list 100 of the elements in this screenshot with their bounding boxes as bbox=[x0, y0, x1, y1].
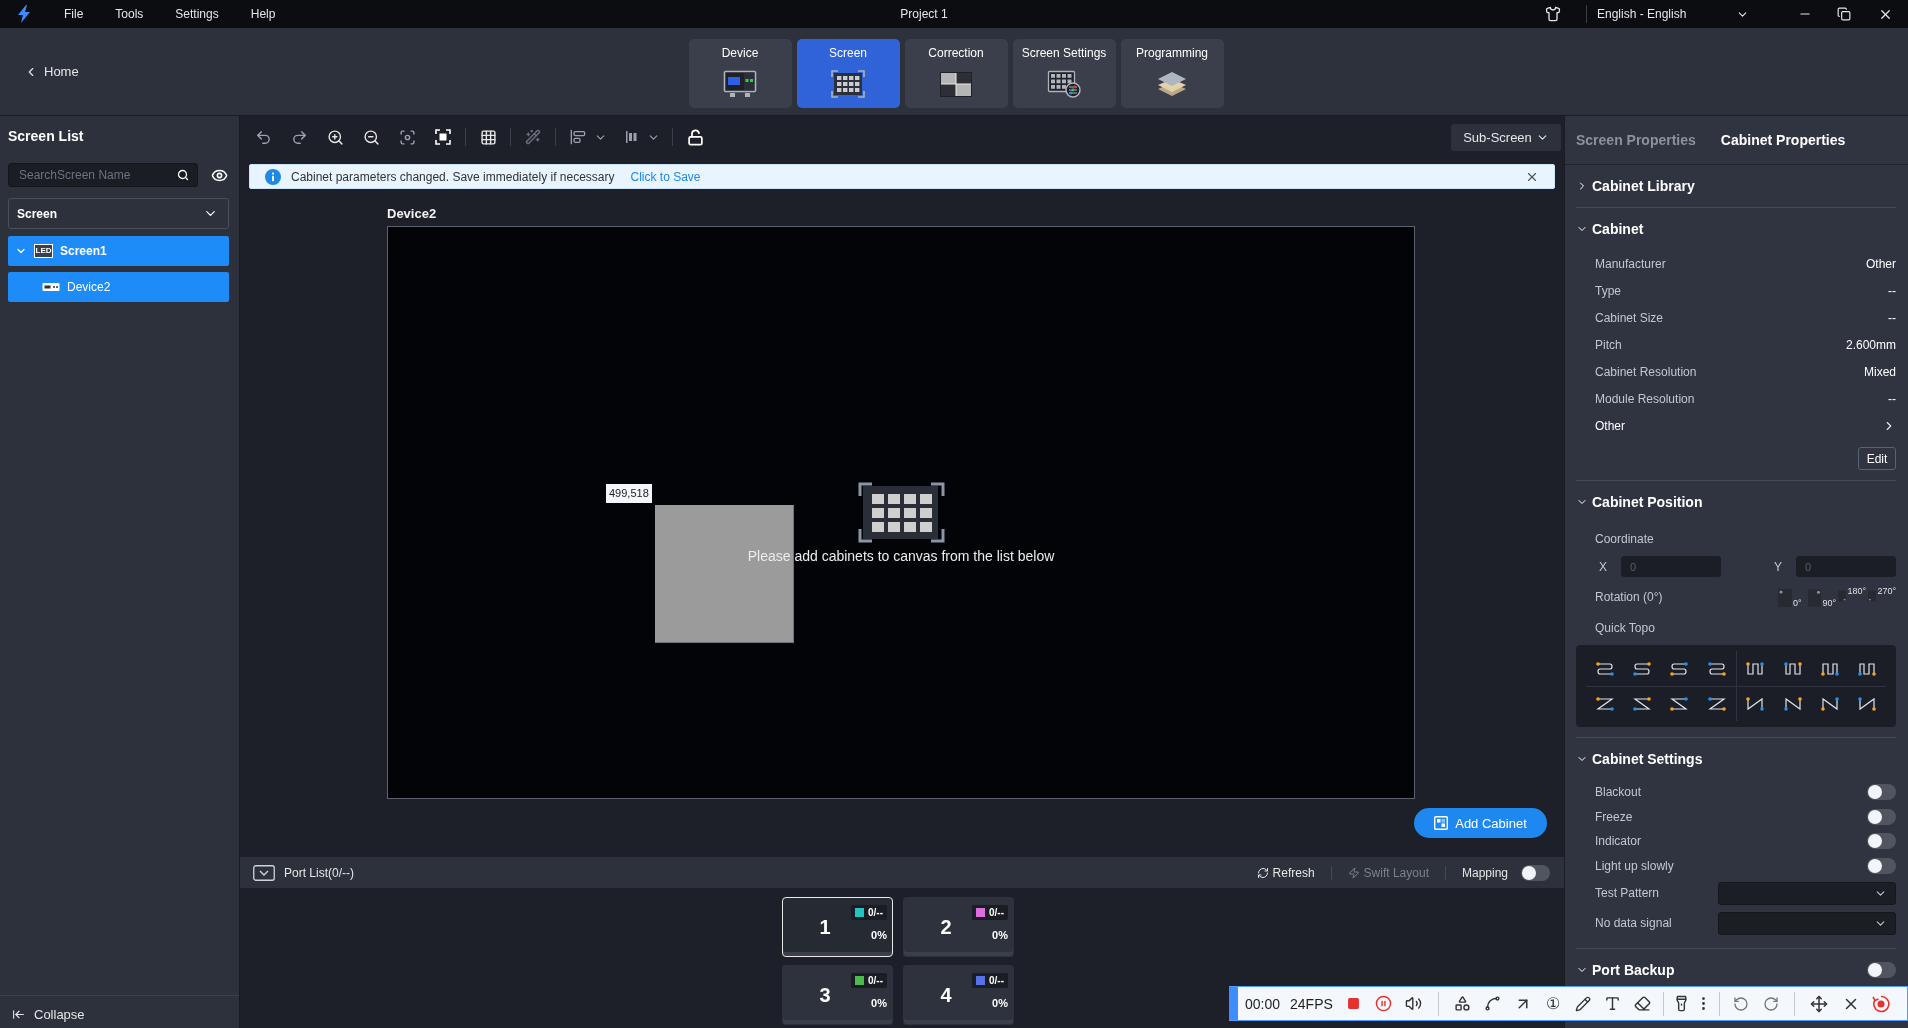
vertical-bars-icon[interactable] bbox=[624, 130, 639, 144]
z-path-icon[interactable] bbox=[1668, 694, 1691, 713]
coordinate-input[interactable]: 0 bbox=[1796, 556, 1896, 577]
n-path-icon[interactable] bbox=[1781, 694, 1804, 713]
curve-path-icon[interactable] bbox=[1484, 995, 1502, 1012]
s-path-icon[interactable] bbox=[1593, 659, 1616, 678]
refresh-button[interactable]: Refresh bbox=[1256, 865, 1315, 880]
zoom-in-icon[interactable] bbox=[326, 128, 344, 146]
n-path-icon[interactable] bbox=[1744, 694, 1767, 713]
u-path-icon[interactable] bbox=[1744, 659, 1767, 678]
port-card[interactable]: 3 0/-- 0% bbox=[782, 965, 893, 1025]
monitor-icon bbox=[723, 69, 757, 98]
toggle-switch[interactable] bbox=[1521, 864, 1550, 881]
properties-tab[interactable]: Cabinet Properties bbox=[1720, 132, 1846, 148]
stop-icon[interactable] bbox=[1347, 997, 1361, 1010]
chevron-box-icon[interactable] bbox=[253, 864, 275, 881]
port-card[interactable]: 1 0/-- 0% bbox=[782, 897, 893, 957]
magic-wand-icon[interactable] bbox=[525, 129, 541, 145]
align-left-icon[interactable] bbox=[569, 129, 586, 145]
filter-select[interactable]: Screen bbox=[8, 198, 229, 229]
toggle-switch[interactable] bbox=[1867, 857, 1896, 874]
z-path-icon[interactable] bbox=[1631, 694, 1654, 713]
port-count: 0/-- bbox=[868, 975, 883, 986]
z-path-icon[interactable] bbox=[1705, 694, 1728, 713]
section-header[interactable]: Cabinet bbox=[1576, 221, 1644, 237]
property-value: -- bbox=[1888, 391, 1896, 406]
rotation-option[interactable]: 270° bbox=[1868, 586, 1896, 608]
port-load: 0% bbox=[871, 997, 887, 1009]
menu-item[interactable]: File bbox=[64, 7, 84, 21]
move-icon[interactable] bbox=[1809, 994, 1828, 1013]
eraser-icon[interactable] bbox=[1634, 995, 1652, 1012]
dropdown-field[interactable] bbox=[1718, 911, 1896, 935]
mode-tab[interactable]: Screen Settings bbox=[1012, 38, 1116, 108]
n-path-icon[interactable] bbox=[1856, 694, 1879, 713]
edit-button[interactable]: Edit bbox=[1858, 447, 1896, 470]
toggle-switch[interactable] bbox=[1867, 784, 1896, 801]
mode-tab[interactable]: Programming bbox=[1120, 38, 1224, 108]
rotation-square-icon bbox=[1808, 588, 1822, 608]
section-header[interactable]: Port Backup bbox=[1576, 962, 1675, 978]
dropdown-field[interactable] bbox=[1718, 881, 1896, 905]
collapse-button[interactable]: Collapse bbox=[0, 995, 239, 1028]
section-header[interactable]: Cabinet Settings bbox=[1576, 751, 1703, 767]
drag-handle[interactable] bbox=[1229, 987, 1238, 1020]
zoom-out-icon[interactable] bbox=[362, 128, 380, 146]
redo-icon[interactable] bbox=[1762, 995, 1779, 1012]
menu-item[interactable]: Tools bbox=[115, 7, 144, 21]
port-card[interactable]: 4 0/-- 0% bbox=[903, 965, 1014, 1025]
home-link[interactable]: Home bbox=[24, 64, 79, 79]
number-marker-tool[interactable]: ① bbox=[1545, 994, 1560, 1013]
s-path-icon[interactable] bbox=[1668, 659, 1691, 678]
undo-icon[interactable] bbox=[1732, 995, 1749, 1012]
rotation-option[interactable]: 180° bbox=[1838, 586, 1866, 608]
menu-item[interactable]: Settings bbox=[175, 7, 219, 21]
section-header[interactable]: Cabinet Position bbox=[1576, 494, 1703, 510]
toggle-switch[interactable] bbox=[1867, 833, 1896, 850]
toggle-switch[interactable] bbox=[1867, 808, 1896, 825]
fit-frame-icon[interactable] bbox=[435, 129, 451, 145]
menu-item[interactable]: Help bbox=[250, 7, 276, 21]
pencil-icon[interactable] bbox=[1574, 995, 1591, 1012]
redo-icon[interactable] bbox=[290, 128, 308, 146]
mapping-label: Mapping bbox=[1461, 865, 1508, 880]
led-icon: LED bbox=[34, 244, 53, 258]
restore-icon[interactable] bbox=[1837, 7, 1851, 21]
grid-icon[interactable] bbox=[479, 128, 497, 146]
mode-tab[interactable]: Correction bbox=[904, 38, 1008, 108]
search-field[interactable]: SearchScreen Name bbox=[8, 163, 198, 187]
undo-icon[interactable] bbox=[254, 128, 272, 146]
mode-tab[interactable]: Device bbox=[688, 38, 792, 108]
coordinate-input[interactable]: 0 bbox=[1621, 556, 1721, 577]
recording-time: 00:00 bbox=[1245, 995, 1281, 1012]
field-label: Rotation (0°) bbox=[1595, 590, 1663, 604]
s-path-icon[interactable] bbox=[1631, 659, 1654, 678]
mode-tab[interactable]: Screen bbox=[796, 38, 900, 108]
rotation-option[interactable]: 0° bbox=[1778, 586, 1806, 608]
n-path-icon[interactable] bbox=[1818, 694, 1841, 713]
padlock-icon[interactable] bbox=[686, 128, 704, 146]
toggle-switch[interactable] bbox=[1867, 962, 1896, 978]
port-load: 0% bbox=[992, 929, 1008, 941]
shirt-icon[interactable] bbox=[1545, 6, 1561, 22]
properties-tab[interactable]: Screen Properties bbox=[1576, 132, 1696, 148]
pause-icon[interactable] bbox=[1375, 995, 1393, 1012]
text-tool-icon[interactable] bbox=[1604, 995, 1622, 1012]
port-list-title: Port List(0/--) bbox=[284, 865, 354, 880]
section-header[interactable]: Cabinet Library bbox=[1576, 178, 1695, 194]
frame-rate: 24FPS bbox=[1290, 995, 1333, 1012]
s-path-icon[interactable] bbox=[1705, 659, 1728, 678]
add-cabinet-button[interactable]: Add Cabinet bbox=[1414, 808, 1547, 838]
shapes-icon[interactable] bbox=[1454, 995, 1472, 1012]
speaker-icon[interactable] bbox=[1405, 995, 1423, 1012]
rotation-option[interactable]: 90° bbox=[1808, 586, 1836, 608]
link-row[interactable]: Other bbox=[1595, 412, 1896, 439]
setting-label: Test Pattern bbox=[1595, 886, 1660, 900]
tree-item[interactable]: LED Screen1 bbox=[8, 236, 229, 266]
z-path-icon[interactable] bbox=[1593, 694, 1616, 713]
focus-icon[interactable] bbox=[398, 128, 416, 146]
language-select[interactable]: English - English bbox=[1597, 3, 1749, 25]
u-path-icon[interactable] bbox=[1781, 659, 1804, 678]
view-select[interactable]: Sub-Screen bbox=[1451, 123, 1561, 151]
port-card[interactable]: 2 0/-- 0% bbox=[903, 897, 1014, 957]
record-icon[interactable] bbox=[1871, 994, 1890, 1013]
